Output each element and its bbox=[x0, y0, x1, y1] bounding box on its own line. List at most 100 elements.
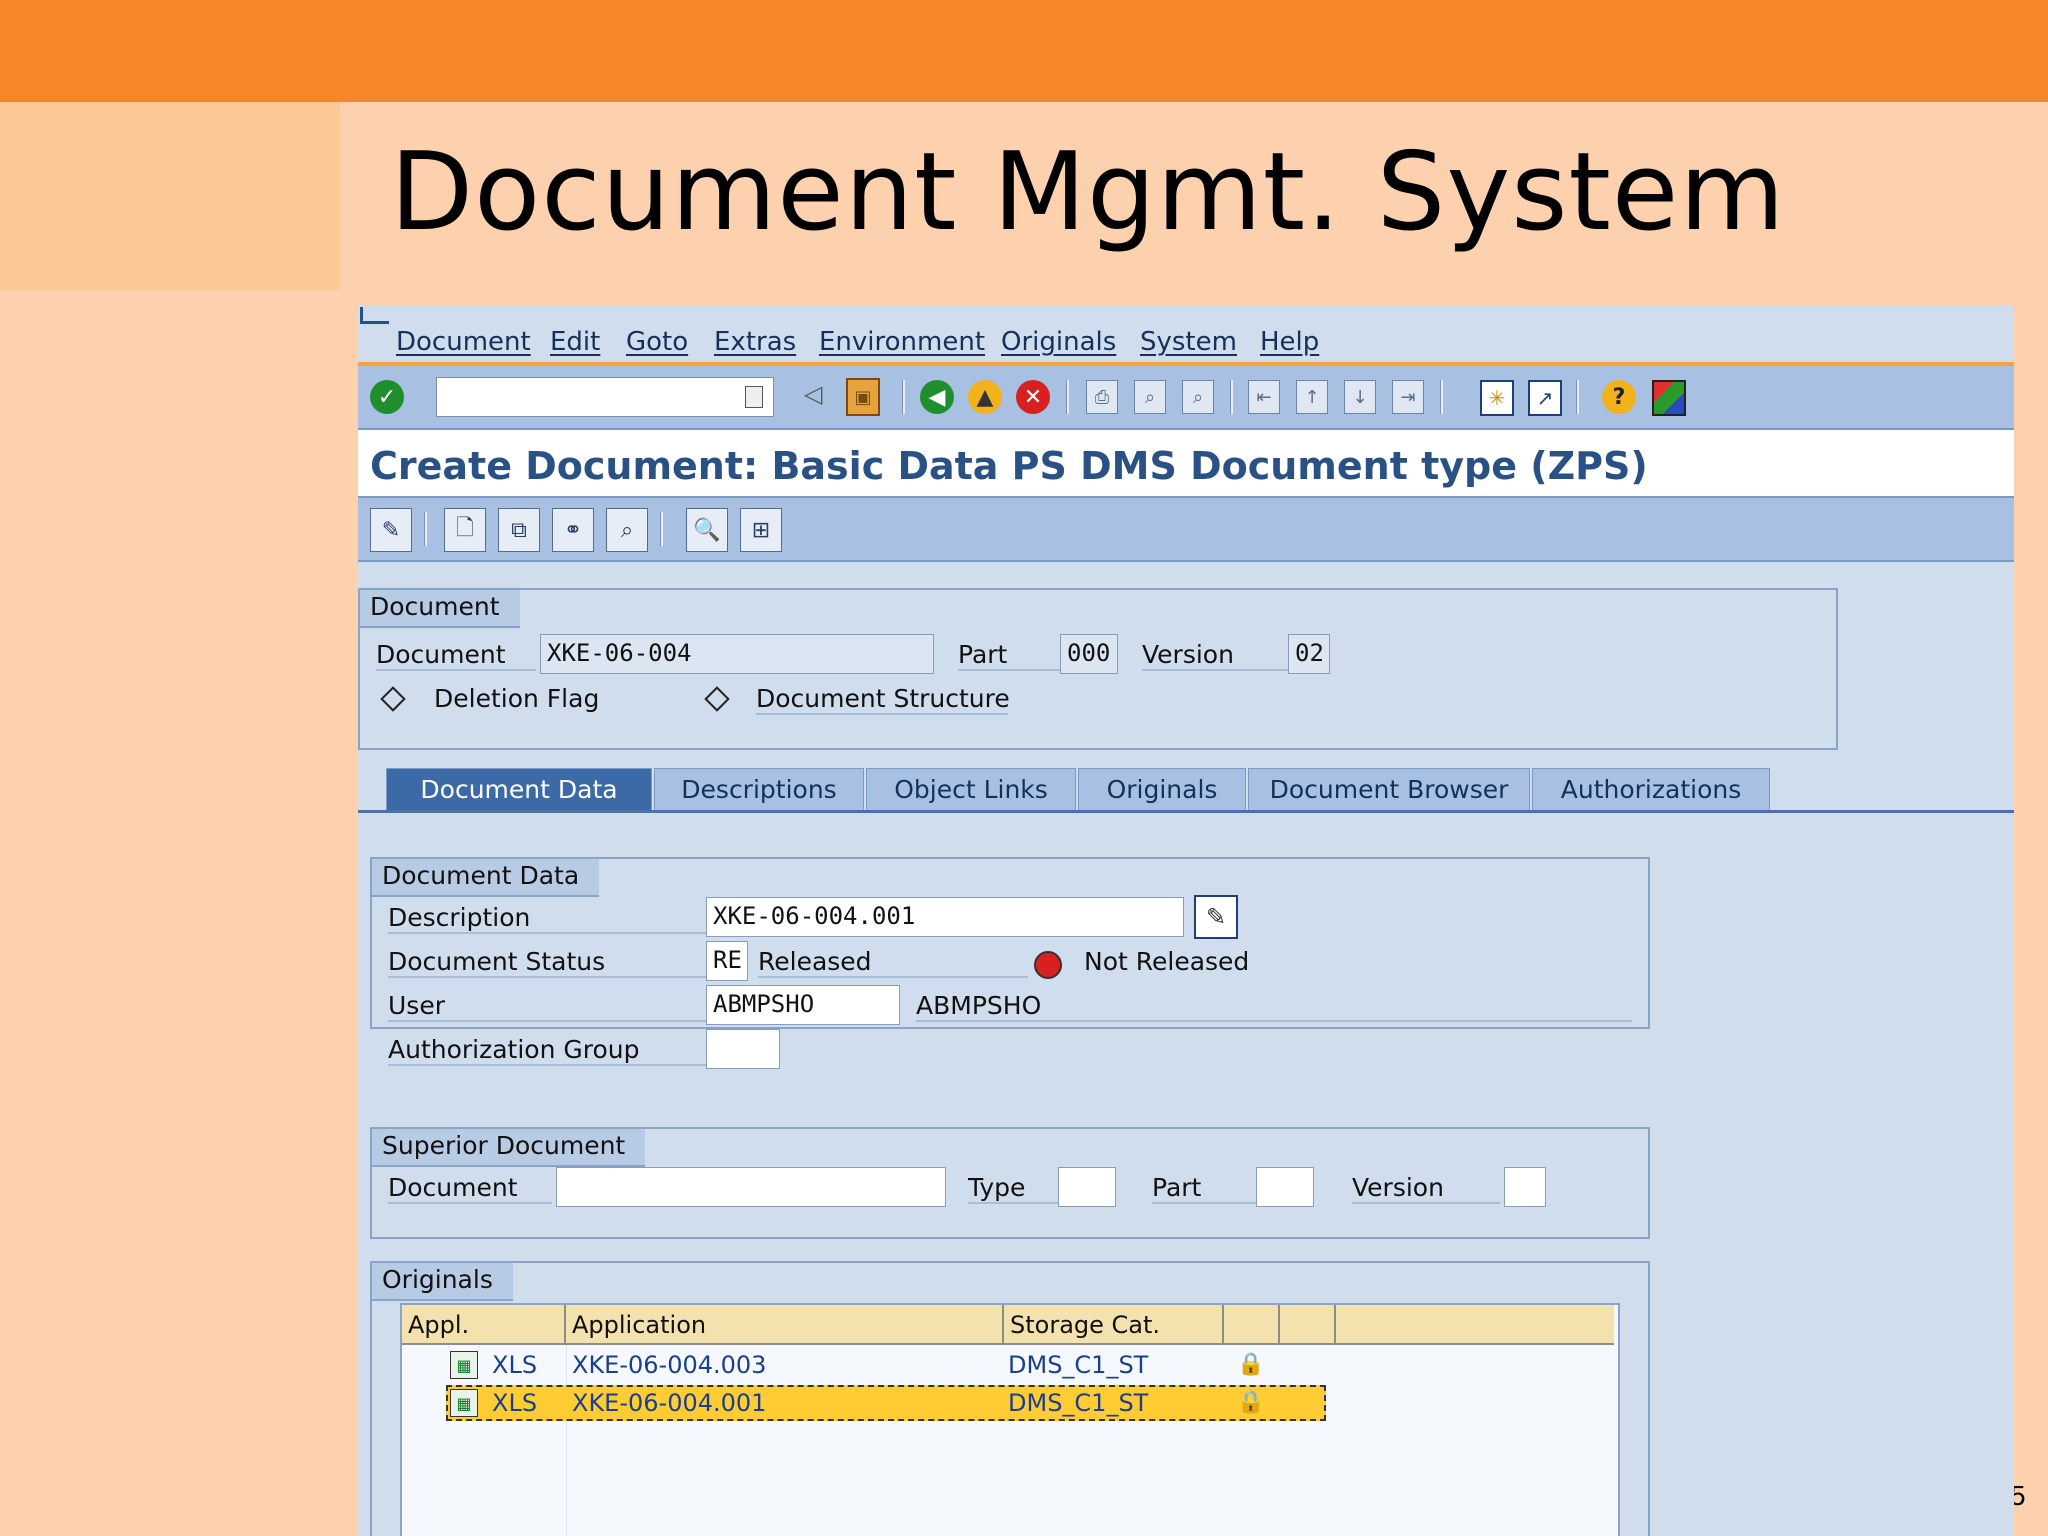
superior-document-field[interactable] bbox=[556, 1167, 946, 1207]
toolbar-separator bbox=[902, 380, 905, 414]
menu-originals[interactable]: Originals bbox=[1001, 327, 1116, 357]
tab-authorizations[interactable]: Authorizations bbox=[1532, 768, 1770, 811]
document-status-field[interactable]: RE bbox=[706, 941, 748, 981]
document-data-group: Document Data Description XKE-06-004.001… bbox=[370, 857, 1650, 1069]
appl-cell: XLS bbox=[492, 1351, 538, 1379]
menu-bar: Document Edit Goto Extras Environment Or… bbox=[358, 305, 2014, 362]
copy-icon[interactable]: ⧉ bbox=[498, 508, 540, 552]
menu-extras[interactable]: Extras bbox=[714, 327, 796, 357]
toolbar-separator bbox=[1576, 380, 1579, 414]
application-toolbar: ✎ 🗋 ⧉ ⚭ ⌕ 🔍 ⊞ bbox=[358, 498, 2014, 562]
deletion-flag-label: Deletion Flag bbox=[434, 684, 600, 713]
display-change-icon[interactable]: ✎ bbox=[370, 508, 412, 552]
tab-object-links[interactable]: Object Links bbox=[866, 768, 1076, 811]
back-icon[interactable]: ◀ bbox=[920, 380, 954, 414]
cancel-icon[interactable]: ✕ bbox=[1016, 380, 1050, 414]
slide-title: Document Mgmt. System bbox=[390, 130, 1786, 255]
tab-descriptions[interactable]: Descriptions bbox=[654, 768, 864, 811]
column-header-extra[interactable] bbox=[1280, 1305, 1336, 1345]
column-header-storage-category[interactable]: Storage Cat. bbox=[1004, 1305, 1224, 1345]
part-field[interactable]: 000 bbox=[1060, 634, 1118, 674]
superior-type-label: Type bbox=[968, 1173, 1070, 1204]
superior-document-group: Superior Document Document Type Part Ver… bbox=[370, 1127, 1650, 1239]
find-next-icon[interactable]: ⌕ bbox=[1182, 380, 1214, 414]
create-session-icon[interactable]: ✳ bbox=[1480, 380, 1514, 416]
toolbar-separator bbox=[424, 512, 427, 546]
authorization-group-field[interactable] bbox=[706, 1029, 780, 1069]
group-title: Document bbox=[358, 588, 520, 628]
column-header-appl[interactable]: Appl. bbox=[402, 1305, 566, 1345]
layout-menu-icon[interactable] bbox=[1652, 380, 1686, 416]
superior-part-label: Part bbox=[1152, 1173, 1264, 1204]
authorization-group-label: Authorization Group bbox=[388, 1035, 708, 1066]
application-cell: XKE-06-004.001 bbox=[572, 1389, 767, 1417]
deletion-flag-checkbox[interactable] bbox=[380, 686, 406, 712]
save-icon[interactable]: ▣ bbox=[846, 378, 880, 416]
tab-document-data[interactable]: Document Data bbox=[386, 768, 652, 811]
description-field[interactable]: XKE-06-004.001 bbox=[706, 897, 1184, 937]
column-header-application[interactable]: Application bbox=[566, 1305, 1004, 1345]
find-icon[interactable]: ⌕ bbox=[1134, 380, 1166, 414]
superior-document-label: Document bbox=[388, 1173, 552, 1204]
toolbar-separator bbox=[1230, 380, 1233, 414]
command-field[interactable] bbox=[436, 377, 774, 417]
menu-system[interactable]: System bbox=[1140, 327, 1237, 357]
superior-type-field[interactable] bbox=[1058, 1167, 1116, 1207]
superior-version-label: Version bbox=[1352, 1173, 1500, 1204]
menu-goto[interactable]: Goto bbox=[626, 327, 688, 357]
document-label: Document bbox=[376, 640, 536, 671]
user-name: ABMPSHO bbox=[916, 991, 1632, 1022]
document-structure-checkbox[interactable] bbox=[704, 686, 730, 712]
previous-page-icon[interactable]: ↑ bbox=[1296, 380, 1328, 414]
originals-table: Appl. Application Storage Cat. ▦ XLS XKE… bbox=[400, 1303, 1620, 1536]
first-page-icon[interactable]: ⇤ bbox=[1248, 380, 1280, 414]
document-structure-label: Document Structure bbox=[756, 684, 1010, 715]
lock-icon: 🔒 bbox=[1237, 1389, 1265, 1415]
storage-category-cell: DMS_C1_ST bbox=[1008, 1389, 1149, 1417]
column-header-lock[interactable] bbox=[1224, 1305, 1280, 1345]
new-document-icon[interactable]: 🗋 bbox=[444, 508, 486, 552]
tab-document-browser[interactable]: Document Browser bbox=[1248, 768, 1530, 811]
slide-top-bar bbox=[0, 0, 2048, 102]
version-label: Version bbox=[1142, 640, 1296, 671]
superior-version-field[interactable] bbox=[1504, 1167, 1546, 1207]
application-cell: XKE-06-004.003 bbox=[572, 1351, 767, 1379]
not-released-label: Not Released bbox=[1084, 947, 1250, 976]
menu-environment[interactable]: Environment bbox=[819, 327, 985, 357]
screen-title: Create Document: Basic Data PS DMS Docum… bbox=[370, 444, 1648, 488]
exit-icon[interactable]: ▲ bbox=[968, 380, 1002, 414]
tab-originals[interactable]: Originals bbox=[1078, 768, 1246, 811]
search-binoculars-icon[interactable]: ⌕ bbox=[606, 508, 648, 552]
menu-document[interactable]: Document bbox=[396, 327, 531, 357]
next-page-icon[interactable]: ↓ bbox=[1344, 380, 1376, 414]
display-originals-icon[interactable]: 🔍 bbox=[686, 508, 728, 552]
not-released-status-icon bbox=[1034, 951, 1062, 979]
table-row[interactable]: ▦ XLS XKE-06-004.003 DMS_C1_ST 🔒 bbox=[402, 1347, 1614, 1383]
table-row-selected[interactable]: ▦ XLS XKE-06-004.001 DMS_C1_ST 🔒 bbox=[446, 1385, 1326, 1421]
enter-check-icon[interactable]: ✓ bbox=[370, 380, 404, 414]
menu-help[interactable]: Help bbox=[1260, 327, 1319, 357]
user-field[interactable]: ABMPSHO bbox=[706, 985, 900, 1025]
menu-corner-icon[interactable] bbox=[360, 307, 389, 324]
long-text-edit-icon[interactable]: ✎ bbox=[1194, 895, 1238, 939]
toolbar-separator bbox=[1440, 380, 1443, 414]
version-field[interactable]: 02 bbox=[1288, 634, 1330, 674]
toolbar-separator bbox=[1066, 380, 1069, 414]
lock-icon: 🔒 bbox=[1237, 1351, 1265, 1377]
create-shortcut-icon[interactable]: ↗ bbox=[1528, 380, 1562, 416]
document-field[interactable]: XKE-06-004 bbox=[540, 634, 934, 674]
help-icon[interactable]: ? bbox=[1602, 380, 1636, 414]
slide-left-band bbox=[0, 102, 340, 290]
link-icon[interactable]: ⚭ bbox=[552, 508, 594, 552]
menu-edit[interactable]: Edit bbox=[550, 327, 600, 357]
superior-part-field[interactable] bbox=[1256, 1167, 1314, 1207]
command-expand-icon[interactable]: ◁ bbox=[804, 380, 822, 408]
print-icon[interactable]: ⎙ bbox=[1086, 380, 1118, 414]
document-header-group: Document Document XKE-06-004 Part 000 Ve… bbox=[358, 588, 1838, 750]
storage-category-cell: DMS_C1_ST bbox=[1008, 1351, 1149, 1379]
tab-strip-line bbox=[358, 810, 2014, 813]
command-history-icon[interactable] bbox=[745, 386, 763, 408]
appl-cell: XLS bbox=[492, 1389, 538, 1417]
structure-tree-icon[interactable]: ⊞ bbox=[740, 508, 782, 552]
last-page-icon[interactable]: ⇥ bbox=[1392, 380, 1424, 414]
